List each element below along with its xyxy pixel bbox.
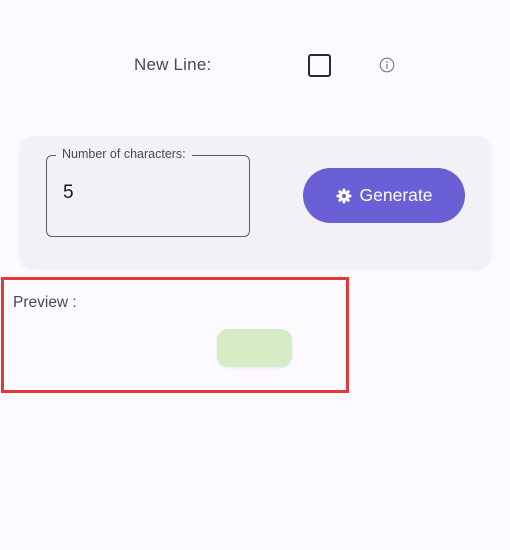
preview-label: Preview : — [13, 294, 77, 311]
generate-button[interactable]: Generate — [303, 168, 465, 223]
generator-card: Number of characters: Generate — [20, 136, 491, 267]
number-of-characters-input[interactable] — [63, 182, 233, 204]
info-icon[interactable] — [379, 57, 395, 73]
number-of-characters-field[interactable]: Number of characters: — [46, 147, 250, 237]
number-of-characters-label: Number of characters: — [56, 147, 192, 161]
preview-output-chip[interactable] — [217, 329, 292, 367]
new-line-checkbox[interactable] — [308, 54, 331, 77]
gear-icon — [336, 188, 351, 203]
generate-button-label: Generate — [359, 185, 433, 205]
new-line-label: New Line: — [134, 55, 212, 74]
